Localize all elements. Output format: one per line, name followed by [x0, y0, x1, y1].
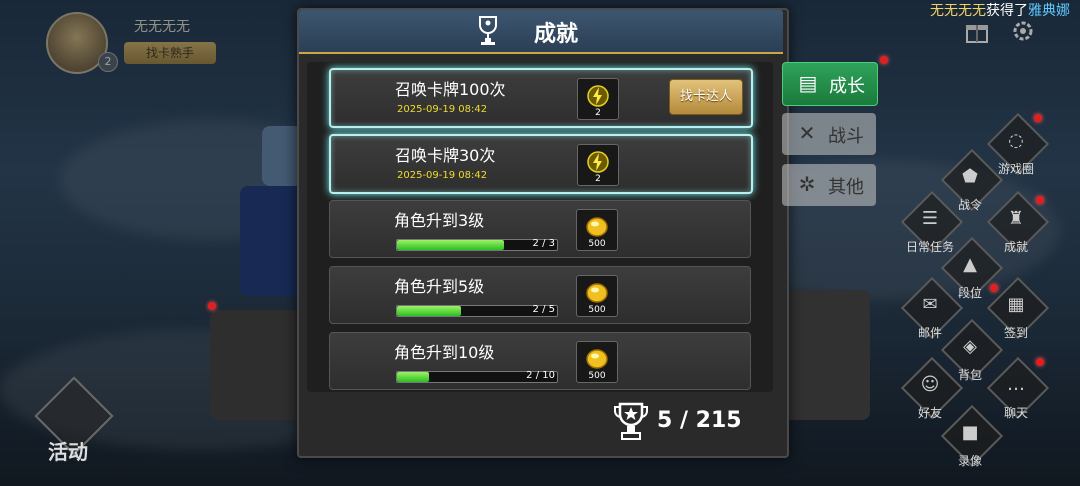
achievement-title: 角色升到10级	[394, 343, 495, 362]
player-title-badge: 找卡熟手	[124, 42, 216, 64]
player-name: 无无无无	[134, 19, 190, 35]
progress-text: 2 / 3	[532, 238, 555, 249]
progress-fill	[397, 240, 504, 250]
achievement-title: 角色升到5级	[394, 277, 485, 296]
gear-icon-svg	[1013, 21, 1033, 41]
level-badge: 2	[98, 52, 118, 72]
bag-icon: ◈	[963, 336, 977, 357]
achievement-list[interactable]: 召唤卡牌100次 2025-09-19 08:42 2 找卡达人 召唤卡牌30次…	[307, 62, 773, 392]
speech-bubble-icon: …	[1007, 374, 1025, 395]
tab-growth[interactable]: ▤ 成长	[782, 62, 878, 106]
gold-coin-icon	[586, 283, 608, 303]
reward-count: 500	[588, 371, 606, 381]
gold-coin-icon	[586, 349, 608, 369]
gold-coin-icon	[586, 217, 608, 237]
progress-text: 2 / 10	[526, 370, 555, 381]
achievement-title: 角色升到3级	[394, 211, 485, 230]
reward-count: 500	[588, 239, 606, 249]
achievement-title: 召唤卡牌30次	[395, 146, 496, 165]
mail-icon: ✉	[922, 294, 938, 315]
achievement-dialog: 成就 召唤卡牌100次 2025-09-19 08:42 2 找卡达人 召唤卡牌…	[297, 8, 789, 458]
reward-slot[interactable]: 2	[577, 78, 619, 120]
notification-dot	[1036, 196, 1044, 204]
rank-icon: ▲	[963, 254, 977, 275]
notice-player: 无无无无	[930, 3, 986, 19]
notification-dot	[1034, 114, 1042, 122]
achievement-row[interactable]: 角色升到5级 2 / 5 500	[329, 266, 751, 324]
gift-icon-svg	[966, 25, 988, 43]
reward-slot[interactable]: 500	[576, 341, 618, 383]
lightning-icon	[587, 85, 609, 107]
progress-fill	[397, 372, 429, 382]
friends-icon: ☺	[920, 374, 940, 395]
progress-bar: 2 / 5	[396, 304, 558, 317]
tab-label: 成长	[829, 76, 865, 97]
settings-gear-icon[interactable]	[1010, 18, 1036, 44]
reward-count: 2	[595, 174, 601, 184]
menu-label: 录像	[957, 454, 982, 468]
activity-label: 活动	[48, 440, 88, 464]
achievement-row[interactable]: 召唤卡牌30次 2025-09-19 08:42 2	[329, 134, 753, 194]
camera-icon: ■	[961, 422, 979, 443]
progress-bar: 2 / 10	[396, 370, 558, 383]
notification-dot	[208, 302, 216, 310]
notification-dot	[880, 56, 888, 64]
activity-button[interactable]: 活动	[34, 376, 114, 464]
achievement-row[interactable]: 角色升到3级 2 / 3 500	[329, 200, 751, 258]
gear-icon: ✲	[798, 172, 816, 196]
menu-record[interactable]: ■ 录像	[940, 404, 1004, 468]
shield-icon: ⬟	[962, 166, 978, 187]
trophy-icon: ♜	[1007, 208, 1025, 229]
completion-date: 2025-09-19 08:42	[397, 170, 488, 181]
trophy-icon	[614, 402, 648, 440]
claim-title-button[interactable]: 找卡达人	[669, 79, 743, 115]
tab-label: 战斗	[828, 126, 864, 147]
notification-dot	[1036, 358, 1044, 366]
reward-slot[interactable]: 500	[576, 209, 618, 251]
list-icon: ☰	[921, 208, 939, 229]
notification-dot	[990, 284, 998, 292]
achievement-row[interactable]: 角色升到10级 2 / 10 500	[329, 332, 751, 390]
completion-date: 2025-09-19 08:42	[397, 104, 488, 115]
calendar-icon: ▦	[1007, 294, 1025, 315]
notice-text: 获得了	[986, 3, 1028, 19]
lightning-icon	[587, 151, 609, 173]
progress-bar: 2 / 3	[396, 238, 558, 251]
achievement-row[interactable]: 召唤卡牌100次 2025-09-19 08:42 2 找卡达人	[329, 68, 753, 128]
achievement-title: 召唤卡牌100次	[395, 80, 506, 99]
player-profile[interactable]: 2 无无无无 找卡熟手	[42, 12, 272, 74]
reward-count: 500	[588, 305, 606, 315]
notice-item: 雅典娜	[1028, 3, 1070, 19]
achievement-count: 5 / 215	[657, 408, 742, 433]
gift-icon[interactable]	[964, 18, 990, 44]
dialog-header: 成就	[299, 10, 783, 54]
tab-other[interactable]: ✲ 其他	[782, 164, 876, 206]
reward-slot[interactable]: 500	[576, 275, 618, 317]
page-icon: ▤	[798, 71, 818, 95]
progress-fill	[397, 306, 461, 316]
broadcast-notice: 无无无无获得了雅典娜	[930, 0, 1070, 20]
tab-battle[interactable]: ✕ 战斗	[782, 113, 876, 155]
tab-label: 其他	[828, 177, 864, 198]
achievement-total: 5 / 215	[613, 400, 773, 444]
reward-slot[interactable]: 2	[577, 144, 619, 186]
swords-icon: ✕	[798, 121, 816, 145]
dialog-title: 成就	[533, 22, 578, 47]
progress-text: 2 / 5	[532, 304, 555, 315]
reward-count: 2	[595, 108, 601, 118]
chat-bubble-icon: ◌	[1008, 130, 1024, 151]
